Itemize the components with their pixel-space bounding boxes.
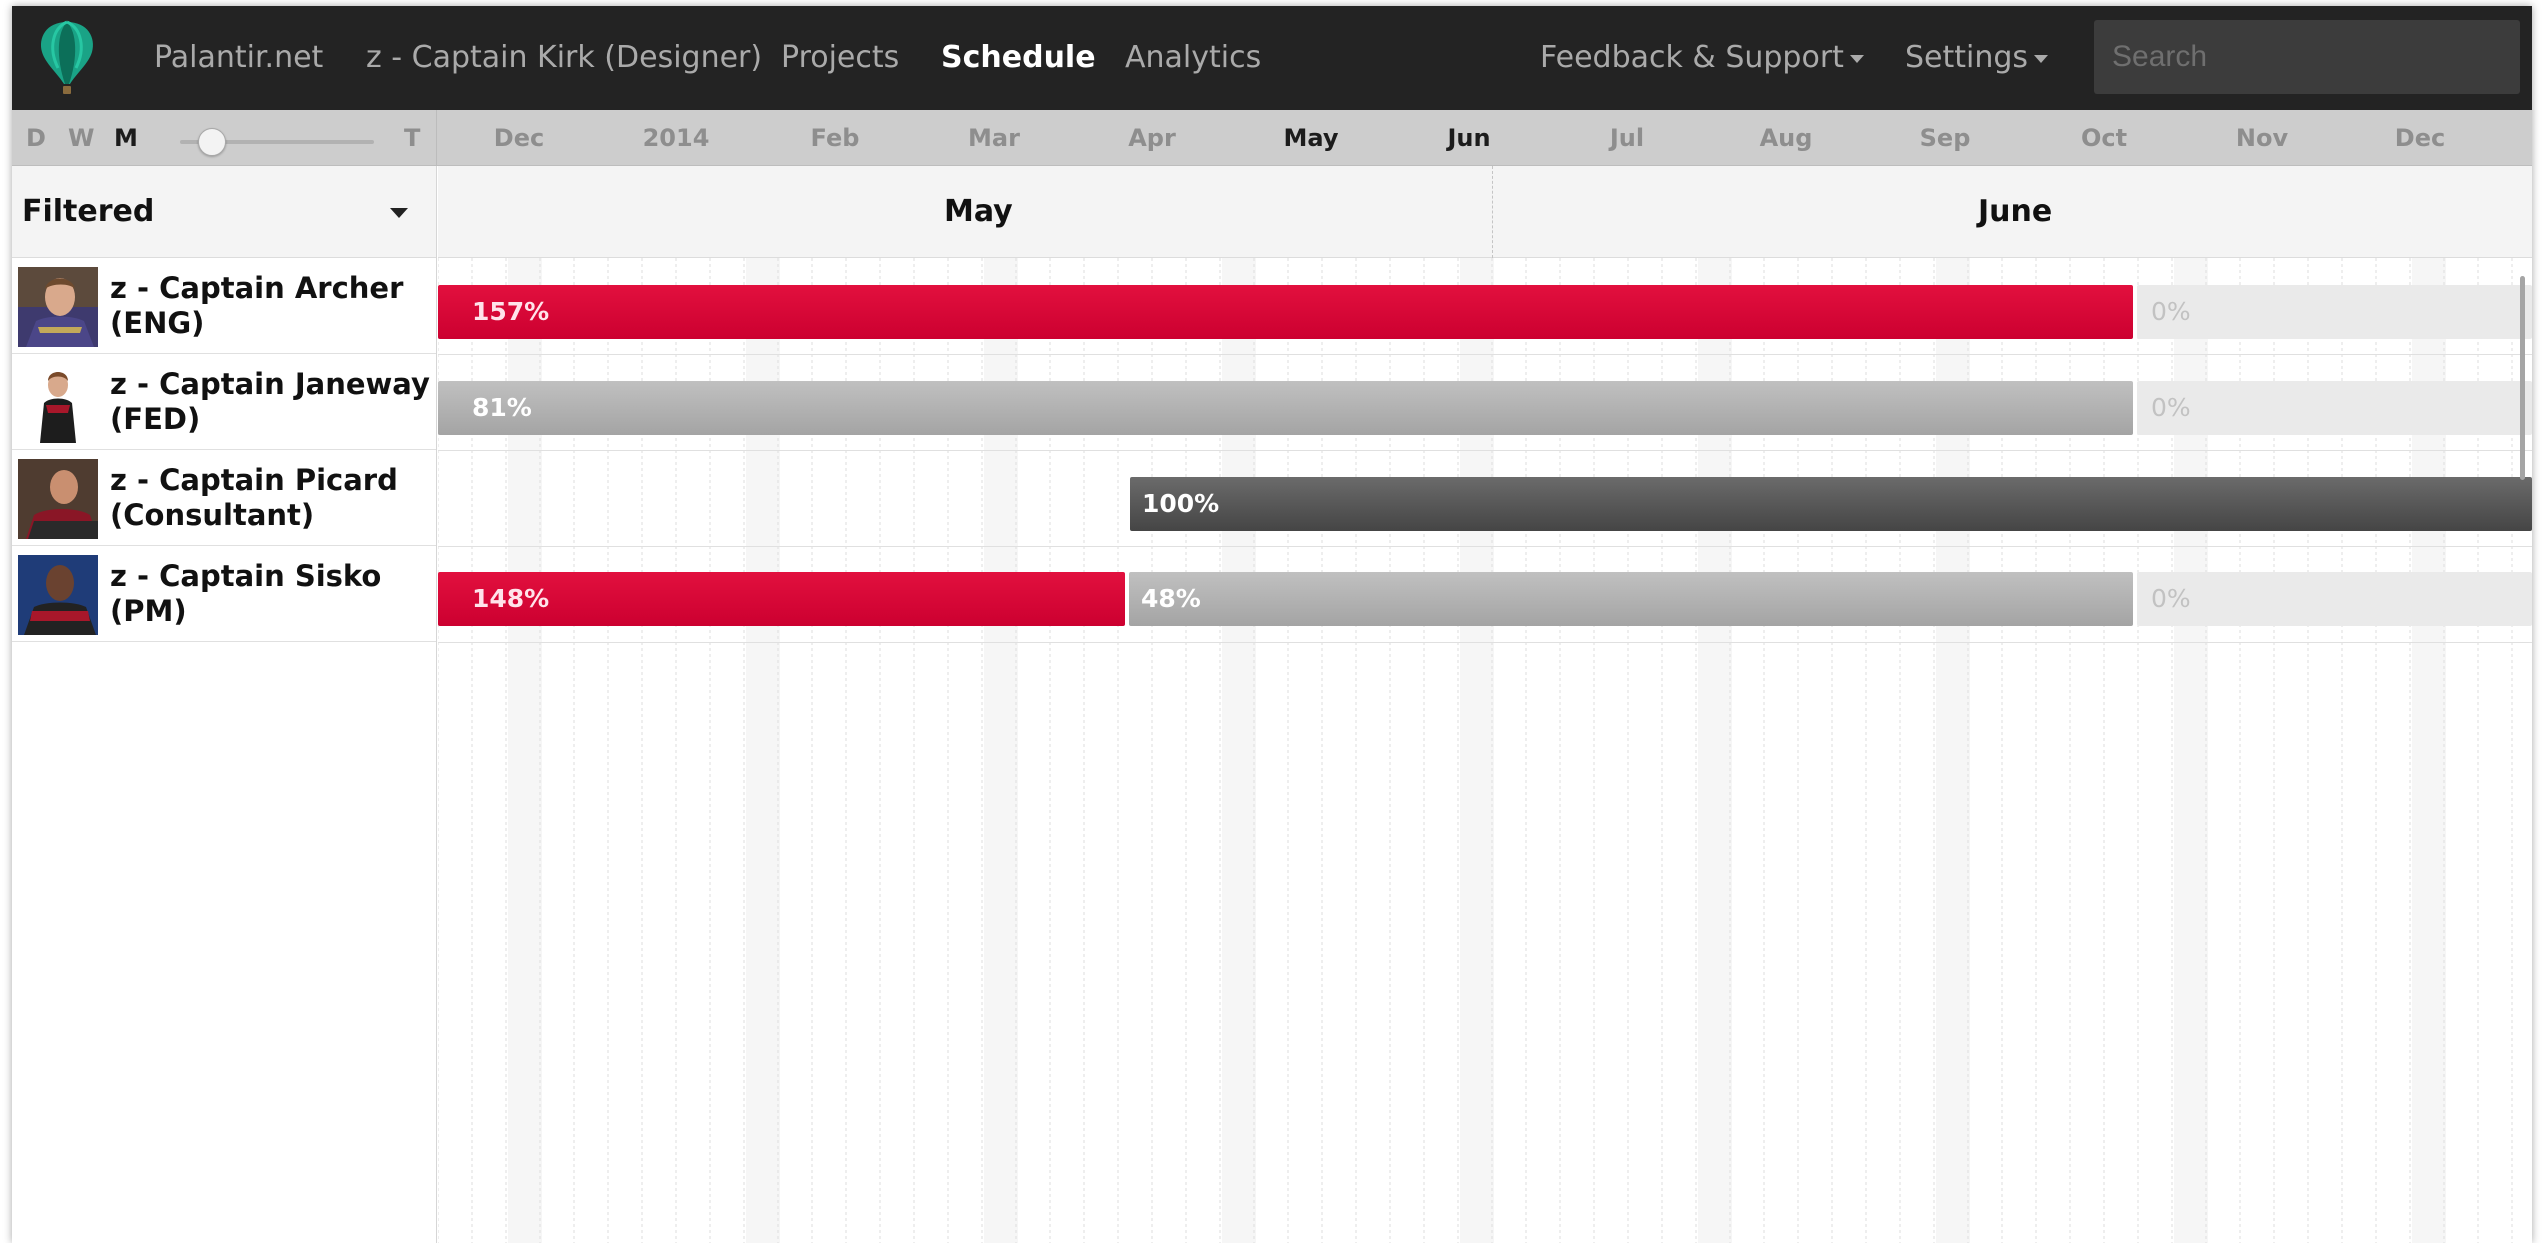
app-window: Palantir.net z - Captain Kirk (Designer)… bbox=[12, 6, 2532, 1243]
zoom-week-button[interactable]: W bbox=[68, 124, 94, 152]
timeline-apr[interactable]: Apr bbox=[1102, 124, 1202, 152]
people-column: Filtered z - Captain Archer (ENG) z - Ca… bbox=[12, 166, 437, 1243]
filter-dropdown[interactable]: Filtered bbox=[12, 166, 436, 258]
month-divider bbox=[1492, 166, 1493, 258]
vertical-scrollbar[interactable] bbox=[2520, 276, 2525, 480]
allocation-bar[interactable]: 48% bbox=[1129, 572, 2133, 626]
month-header: May June bbox=[438, 166, 2532, 258]
zoom-slider-handle[interactable] bbox=[198, 128, 226, 156]
zoom-day-button[interactable]: D bbox=[26, 124, 46, 152]
month-label-june: June bbox=[1978, 194, 2053, 229]
timeline-nov[interactable]: Nov bbox=[2212, 124, 2312, 152]
person-name: z - Captain Picard (Consultant) bbox=[110, 463, 398, 532]
row-divider bbox=[438, 354, 2532, 355]
allocation-bar[interactable]: 0% bbox=[2137, 572, 2532, 626]
caret-down-icon bbox=[2034, 54, 2049, 63]
row-divider bbox=[438, 450, 2532, 451]
person-row[interactable]: z - Captain Janeway (FED) bbox=[12, 355, 436, 450]
caret-down-icon bbox=[390, 208, 408, 218]
filter-label: Filtered bbox=[22, 194, 155, 229]
balloon-logo-icon[interactable] bbox=[32, 18, 102, 98]
schedule-grid: May June 157% 0% 81% 0% 100% 148% 48% 0% bbox=[438, 166, 2532, 1243]
avatar bbox=[18, 363, 98, 443]
feedback-support-label: Feedback & Support bbox=[1540, 40, 1844, 75]
timeline-aug[interactable]: Aug bbox=[1736, 124, 1836, 152]
zoom-total-button[interactable]: T bbox=[404, 124, 420, 152]
timeline-jul[interactable]: Jul bbox=[1577, 124, 1677, 152]
avatar bbox=[18, 555, 98, 635]
month-label-may: May bbox=[944, 194, 1013, 229]
timeline-may[interactable]: May bbox=[1261, 124, 1361, 152]
search-input[interactable] bbox=[2094, 20, 2520, 94]
person-name: z - Captain Sisko (PM) bbox=[110, 559, 382, 628]
person-row[interactable]: z - Captain Sisko (PM) bbox=[12, 547, 436, 642]
timeline-dec[interactable]: Dec bbox=[469, 124, 569, 152]
zoom-month-button[interactable]: M bbox=[114, 124, 138, 152]
allocation-bar[interactable]: 0% bbox=[2137, 381, 2532, 435]
timeline-sep[interactable]: Sep bbox=[1895, 124, 1995, 152]
person-name: z - Captain Archer (ENG) bbox=[110, 271, 404, 340]
row-divider bbox=[438, 546, 2532, 547]
nav-link-projects[interactable]: Projects bbox=[781, 36, 899, 80]
allocation-bar[interactable]: 148% bbox=[438, 572, 1125, 626]
row-divider bbox=[438, 642, 2532, 643]
nav-link-schedule[interactable]: Schedule bbox=[941, 36, 1096, 80]
allocation-bar[interactable]: 157% bbox=[438, 285, 2133, 339]
nav-link-analytics[interactable]: Analytics bbox=[1125, 36, 1261, 80]
timeline-2014[interactable]: 2014 bbox=[626, 124, 726, 152]
person-name: z - Captain Janeway (FED) bbox=[110, 367, 430, 436]
allocation-bar[interactable]: 81% bbox=[438, 381, 2133, 435]
allocation-bar[interactable]: 0% bbox=[2137, 285, 2532, 339]
allocation-bar[interactable]: 100% bbox=[1130, 477, 2532, 531]
timeline-feb[interactable]: Feb bbox=[785, 124, 885, 152]
nav-link-user[interactable]: z - Captain Kirk (Designer) bbox=[366, 36, 762, 80]
feedback-support-menu[interactable]: Feedback & Support bbox=[1540, 36, 1864, 80]
strip-divider bbox=[436, 110, 437, 166]
settings-menu[interactable]: Settings bbox=[1905, 36, 2049, 80]
top-nav: Palantir.net z - Captain Kirk (Designer)… bbox=[12, 6, 2532, 110]
timeline-mar[interactable]: Mar bbox=[944, 124, 1044, 152]
nav-link-palantir[interactable]: Palantir.net bbox=[154, 36, 323, 80]
caret-down-icon bbox=[1849, 54, 1864, 63]
person-row[interactable]: z - Captain Archer (ENG) bbox=[12, 259, 436, 354]
timeline-jun[interactable]: Jun bbox=[1419, 124, 1519, 152]
zoom-strip: D W M T Dec 2014 Feb Mar Apr May Jun Jul… bbox=[12, 110, 2532, 166]
person-row[interactable]: z - Captain Picard (Consultant) bbox=[12, 451, 436, 546]
settings-label: Settings bbox=[1905, 40, 2029, 75]
timeline-dec-2014[interactable]: Dec bbox=[2370, 124, 2470, 152]
avatar bbox=[18, 267, 98, 347]
timeline-oct[interactable]: Oct bbox=[2054, 124, 2154, 152]
avatar bbox=[18, 459, 98, 539]
